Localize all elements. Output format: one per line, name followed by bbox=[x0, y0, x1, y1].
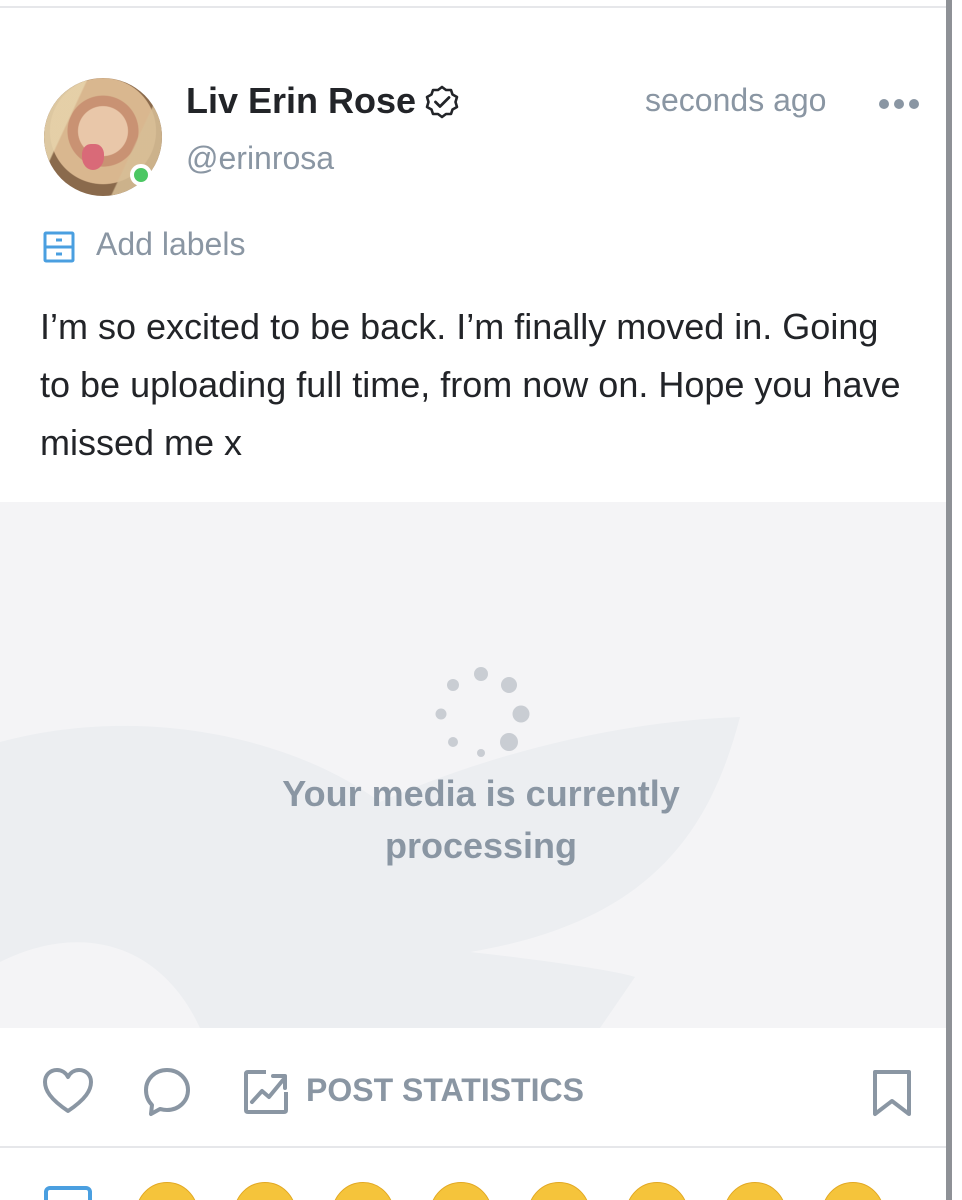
emoji-icon[interactable] bbox=[136, 1182, 198, 1200]
comment-icon[interactable] bbox=[142, 1066, 192, 1118]
loading-spinner-icon bbox=[435, 667, 530, 757]
bookmark-icon[interactable] bbox=[870, 1068, 914, 1118]
online-status-dot bbox=[130, 164, 152, 186]
gif-icon[interactable] bbox=[44, 1186, 92, 1200]
top-divider bbox=[0, 6, 946, 8]
media-processing-message: Your media is currently processing bbox=[282, 773, 680, 866]
emoji-icon[interactable] bbox=[724, 1182, 786, 1200]
emoji-icon[interactable] bbox=[626, 1182, 688, 1200]
emoji-icon[interactable] bbox=[822, 1182, 884, 1200]
author-handle[interactable]: @erinrosa bbox=[186, 140, 334, 177]
emoji-icon[interactable] bbox=[430, 1182, 492, 1200]
comment-toolbar bbox=[0, 1150, 946, 1200]
avatar-detail bbox=[82, 144, 104, 170]
verified-badge-icon bbox=[425, 85, 459, 119]
more-icon[interactable] bbox=[876, 94, 922, 114]
post-text: I’m so excited to be back. I’m finally m… bbox=[40, 306, 901, 463]
add-labels-link[interactable]: Add labels bbox=[96, 226, 245, 263]
actions-divider bbox=[0, 1146, 946, 1148]
emoji-icon[interactable] bbox=[528, 1182, 590, 1200]
post-timestamp: seconds ago bbox=[645, 82, 827, 118]
heart-icon[interactable] bbox=[42, 1066, 94, 1118]
labels-icon[interactable] bbox=[42, 230, 76, 264]
media-placeholder: Your media is currently processing bbox=[0, 502, 946, 1028]
media-background-graphic bbox=[0, 717, 740, 1028]
emoji-icon[interactable] bbox=[234, 1182, 296, 1200]
author-display-name[interactable]: Liv Erin Rose bbox=[186, 80, 416, 122]
emoji-icon[interactable] bbox=[332, 1182, 394, 1200]
post-statistics-button[interactable]: POST STATISTICS bbox=[306, 1072, 584, 1109]
page-edge bbox=[952, 0, 962, 1200]
statistics-icon[interactable] bbox=[242, 1068, 290, 1116]
